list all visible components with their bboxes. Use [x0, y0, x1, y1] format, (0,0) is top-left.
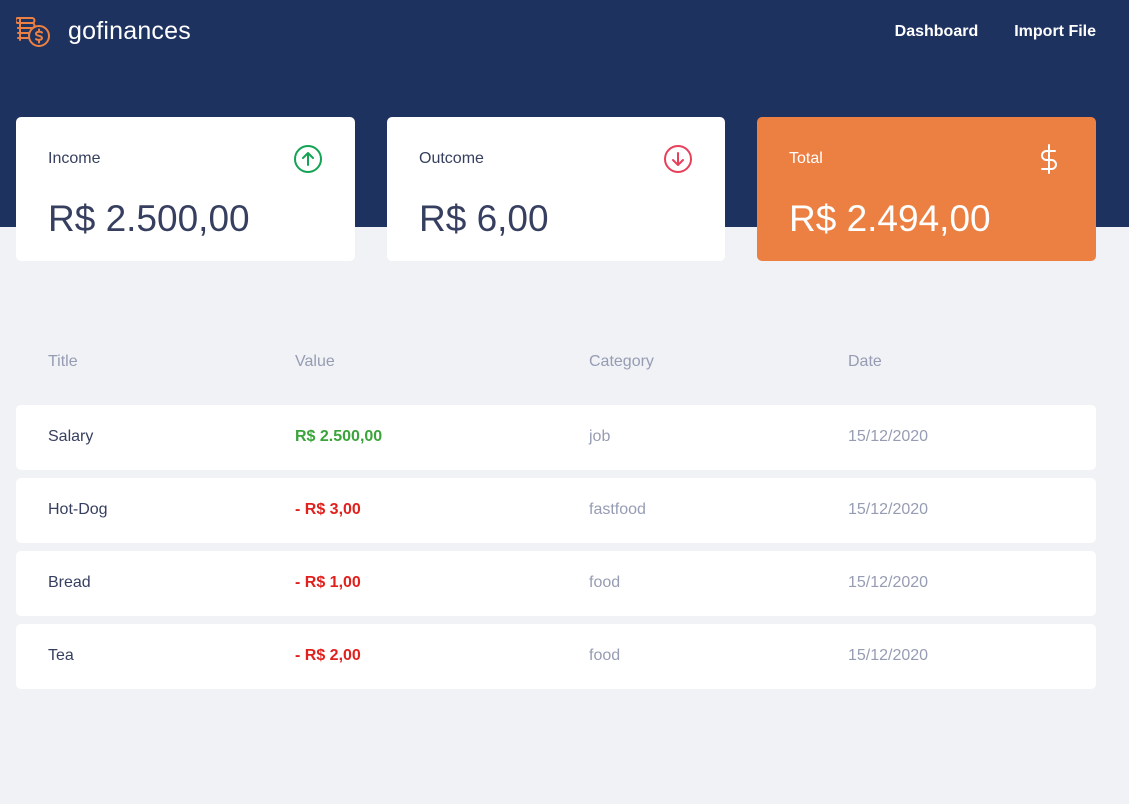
nav-dashboard-link[interactable]: Dashboard — [895, 22, 979, 42]
row-value: - R$ 1,00 — [295, 574, 361, 591]
outcome-label: Outcome — [419, 150, 484, 167]
row-title: Bread — [48, 574, 91, 591]
row-date: 15/12/2020 — [848, 428, 929, 445]
row-title: Hot-Dog — [48, 501, 108, 518]
row-title: Tea — [48, 647, 74, 664]
arrow-down-circle-icon — [664, 145, 692, 173]
total-card: Total R$ 2.494,00 — [757, 117, 1096, 261]
column-title: Title — [48, 353, 78, 370]
table-row[interactable]: Salary R$ 2.500,00 job 15/12/2020 — [16, 405, 1096, 470]
row-category: fastfood — [589, 501, 646, 518]
income-card: Income R$ 2.500,00 — [16, 117, 355, 261]
row-date: 15/12/2020 — [848, 501, 929, 518]
column-value: Value — [295, 353, 335, 370]
outcome-card: Outcome R$ 6,00 — [387, 117, 725, 261]
dollar-sign-icon — [1041, 144, 1057, 174]
row-title: Salary — [48, 428, 94, 445]
column-category: Category — [589, 353, 654, 370]
coins-logo-icon — [16, 17, 50, 47]
top-nav: Dashboard Import File — [859, 22, 1096, 42]
total-value: R$ 2.494,00 — [789, 198, 991, 239]
table-row[interactable]: Bread - R$ 1,00 food 15/12/2020 — [16, 551, 1096, 616]
row-date: 15/12/2020 — [848, 647, 929, 664]
column-date: Date — [848, 353, 882, 370]
table-row[interactable]: Tea - R$ 2,00 food 15/12/2020 — [16, 624, 1096, 689]
app-name: gofinances — [68, 16, 191, 45]
income-value: R$ 2.500,00 — [48, 198, 250, 239]
row-value: - R$ 2,00 — [295, 647, 361, 664]
row-value: R$ 2.500,00 — [295, 428, 383, 445]
total-label: Total — [789, 150, 823, 167]
row-date: 15/12/2020 — [848, 574, 929, 591]
table-header: Title Value Category Date — [16, 353, 1096, 375]
table-row[interactable]: Hot-Dog - R$ 3,00 fastfood 15/12/2020 — [16, 478, 1096, 543]
row-value: - R$ 3,00 — [295, 501, 361, 518]
row-category: food — [589, 574, 621, 591]
row-category: job — [589, 428, 611, 445]
arrow-up-circle-icon — [294, 145, 322, 173]
row-category: food — [589, 647, 621, 664]
logo[interactable]: gofinances — [16, 14, 191, 48]
income-label: Income — [48, 150, 101, 167]
outcome-value: R$ 6,00 — [419, 198, 549, 239]
nav-import-file-link[interactable]: Import File — [1014, 22, 1096, 42]
